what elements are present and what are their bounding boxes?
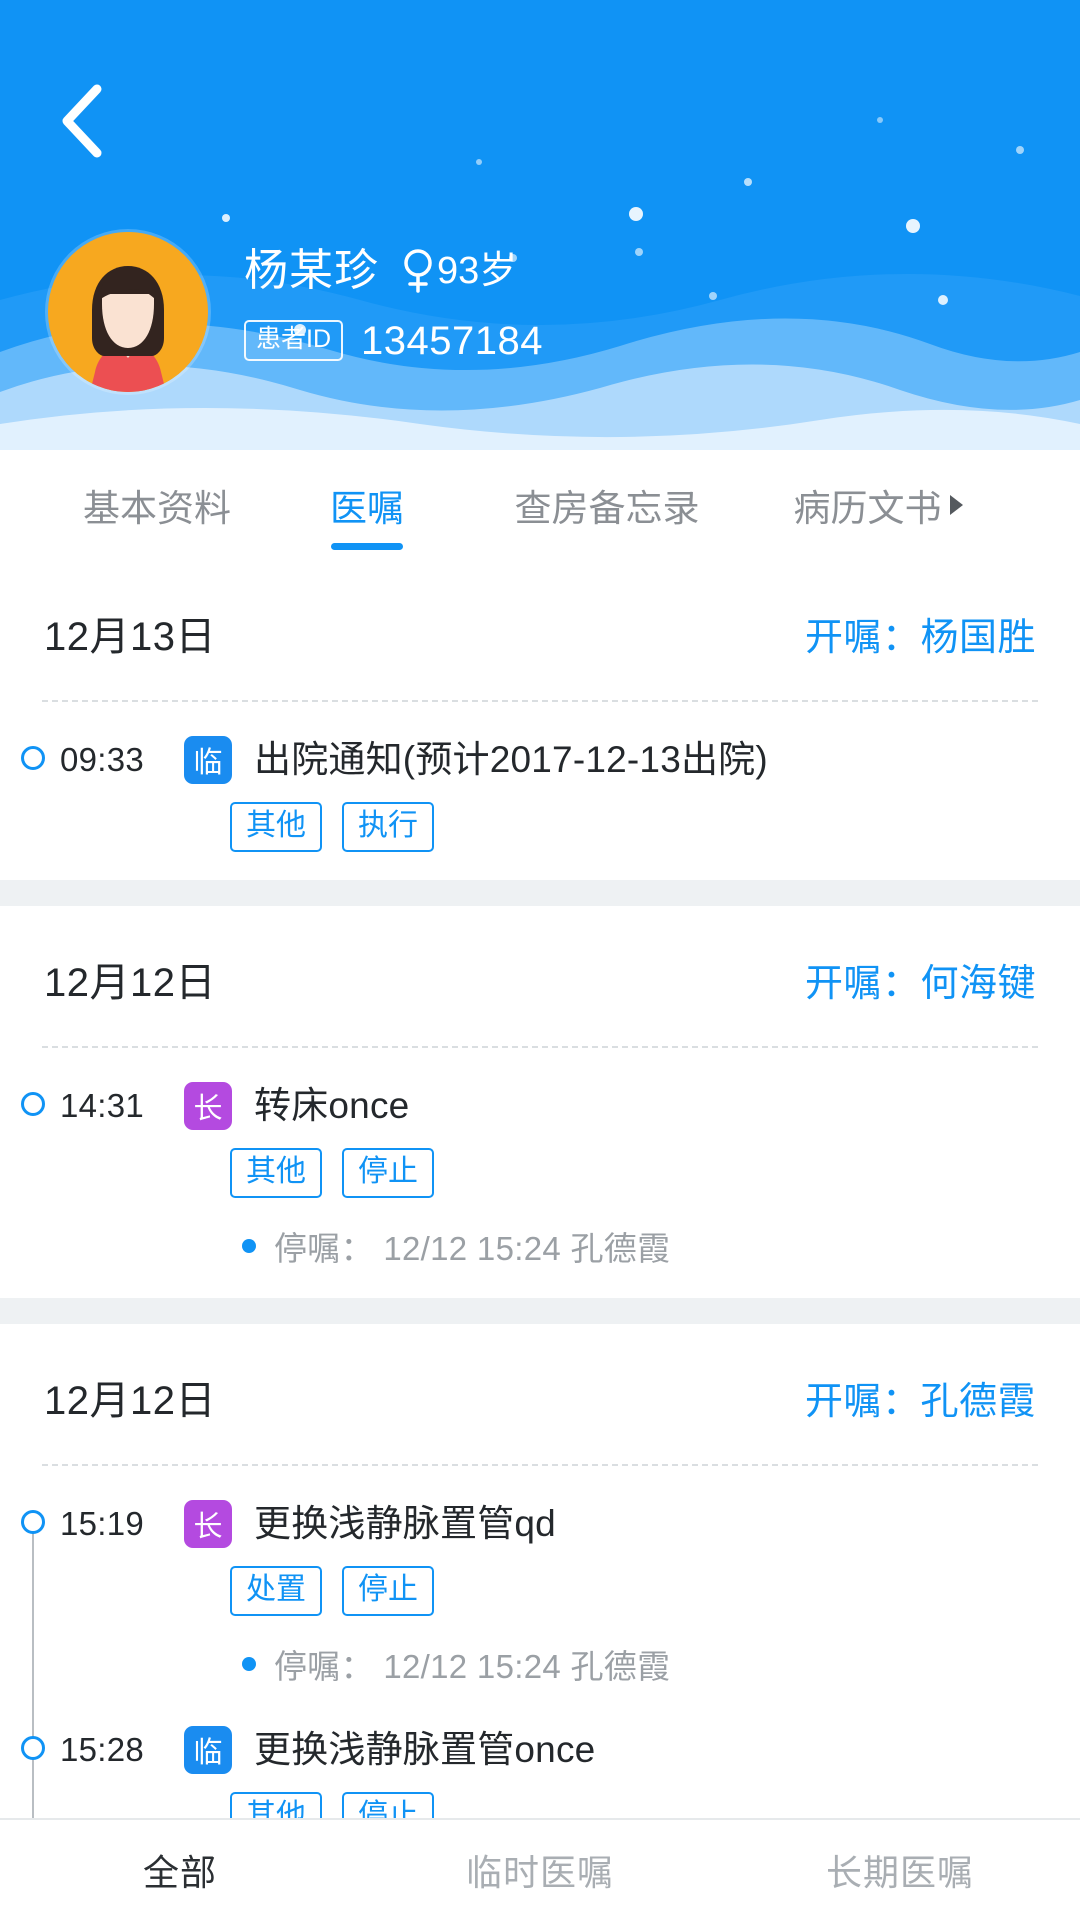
order-title: 更换浅静脉置管once — [254, 1728, 596, 1770]
order-tag: 处置 — [230, 1566, 322, 1616]
patient-id-label: 患者ID — [244, 320, 344, 361]
filter-label: 全部 — [142, 1852, 217, 1893]
tab-label: 医嘱 — [330, 488, 404, 529]
order-time: 09:33 — [60, 741, 145, 778]
order-card-header: 12月12日 开嘱：孔德霞 — [0, 1324, 1080, 1464]
tab-label: 查房备忘录 — [514, 488, 700, 529]
patient-id-value: 13457184 — [361, 318, 543, 363]
order-tags: 其他 停止 — [230, 1148, 1040, 1198]
order-item[interactable]: 09:33 临 出院通知(预计2017-12-13出院) 其他 执行 — [0, 702, 1080, 856]
order-type-badge: 长 — [184, 1500, 232, 1548]
filter-all[interactable]: 全部 — [0, 1844, 360, 1896]
order-card-date: 12月13日 — [44, 615, 216, 659]
order-card[interactable]: 12月13日 开嘱：杨国胜 09:33 临 出院通知(预计2017-12-13出… — [0, 560, 1080, 880]
patient-header: 杨某珍 93岁 患者ID 13457184 — [0, 0, 1080, 450]
order-items: 14:31 长 转床once 其他 停止 停嘱： 12/12 15:24 孔德霞 — [0, 1048, 1080, 1292]
order-filter-bar: 全部 临时医嘱 长期医嘱 — [0, 1818, 1080, 1920]
order-tag: 停止 — [342, 1566, 434, 1616]
order-card-date: 12月12日 — [44, 1379, 216, 1423]
order-items: 15:19 长 更换浅静脉置管qd 处置 停止 停嘱： 12/12 15:24 … — [0, 1466, 1080, 1818]
order-time: 14:31 — [60, 1087, 145, 1124]
order-time: 15:28 — [60, 1731, 145, 1768]
bullet-icon — [242, 1657, 256, 1671]
timeline-dot-icon — [21, 1736, 45, 1760]
filter-label: 长期医嘱 — [825, 1852, 974, 1893]
stop-note-text: 停嘱： 12/12 15:24 孔德霞 — [274, 1648, 671, 1685]
order-stop-note: 停嘱： 12/12 15:24 孔德霞 — [242, 1640, 1040, 1688]
order-tag: 停止 — [342, 1792, 434, 1818]
filter-long-term-orders[interactable]: 长期医嘱 — [720, 1844, 1080, 1896]
order-title: 转床once — [254, 1084, 410, 1126]
order-card-doctor: 开嘱：何海键 — [804, 962, 1036, 1005]
tab-ward-round-memo[interactable]: 查房备忘录 — [462, 450, 752, 560]
orders-list[interactable]: 12月13日 开嘱：杨国胜 09:33 临 出院通知(预计2017-12-13出… — [0, 560, 1080, 1818]
filter-label: 临时医嘱 — [465, 1852, 614, 1893]
order-card-header: 12月13日 开嘱：杨国胜 — [0, 560, 1080, 700]
card-separator — [0, 880, 1080, 906]
order-title: 更换浅静脉置管qd — [254, 1502, 556, 1544]
patient-age: 93岁 — [437, 250, 518, 292]
timeline-dot-icon — [21, 1510, 45, 1534]
stop-note-text: 停嘱： 12/12 15:24 孔德霞 — [274, 1230, 671, 1267]
avatar — [48, 232, 208, 392]
tab-medical-records[interactable]: 病历文书 — [752, 450, 1007, 560]
tab-label: 基本资料 — [83, 488, 231, 529]
order-tags: 其他 执行 — [230, 802, 1040, 852]
order-tag: 停止 — [342, 1148, 434, 1198]
order-stop-note: 停嘱： 12/12 15:24 孔德霞 — [242, 1222, 1040, 1270]
order-tag: 执行 — [342, 802, 434, 852]
chevron-left-icon — [62, 84, 102, 158]
order-card[interactable]: 12月12日 开嘱：孔德霞 15:19 长 更换浅静脉置管qd 处置 停止 停嘱… — [0, 1324, 1080, 1818]
order-tags: 处置 停止 — [230, 1566, 1040, 1616]
order-type-badge: 临 — [184, 1726, 232, 1774]
triangle-right-icon — [946, 492, 966, 518]
filter-temporary-orders[interactable]: 临时医嘱 — [360, 1844, 720, 1896]
timeline-dot-icon — [21, 1092, 45, 1116]
patient-summary[interactable]: 杨某珍 93岁 患者ID 13457184 — [48, 232, 543, 392]
order-time: 15:19 — [60, 1505, 145, 1542]
female-gender-icon — [401, 248, 435, 294]
order-tag: 其他 — [230, 1792, 322, 1818]
card-separator — [0, 1298, 1080, 1324]
order-item[interactable]: 14:31 长 转床once 其他 停止 停嘱： 12/12 15:24 孔德霞 — [0, 1048, 1080, 1274]
tab-active-underline — [331, 543, 403, 550]
patient-orders-screen: 杨某珍 93岁 患者ID 13457184 基本资料 医嘱 查房备忘录 病历文书… — [0, 0, 1080, 1920]
timeline-dot-icon — [21, 746, 45, 770]
order-card-date: 12月12日 — [44, 961, 216, 1005]
order-item[interactable]: 15:28 临 更换浅静脉置管once 其他 停止 停嘱： 12/12 15:2… — [0, 1692, 1080, 1818]
order-tags: 其他 停止 — [230, 1792, 1040, 1818]
order-title: 出院通知(预计2017-12-13出院) — [254, 738, 768, 780]
order-tag: 其他 — [230, 1148, 322, 1198]
order-item[interactable]: 15:19 长 更换浅静脉置管qd 处置 停止 停嘱： 12/12 15:24 … — [0, 1466, 1080, 1692]
patient-info-block: 杨某珍 93岁 患者ID 13457184 — [244, 232, 543, 361]
order-type-badge: 长 — [184, 1082, 232, 1130]
order-card-header: 12月12日 开嘱：何海键 — [0, 906, 1080, 1046]
order-items: 09:33 临 出院通知(预计2017-12-13出院) 其他 执行 — [0, 702, 1080, 874]
tab-basic-info[interactable]: 基本资料 — [42, 450, 272, 560]
order-type-badge: 临 — [184, 736, 232, 784]
section-tabs: 基本资料 医嘱 查房备忘录 病历文书 — [0, 450, 1080, 560]
order-card-doctor: 开嘱：杨国胜 — [804, 616, 1036, 659]
order-card[interactable]: 12月12日 开嘱：何海键 14:31 长 转床once 其他 停止 停嘱： 1… — [0, 906, 1080, 1298]
order-card-doctor: 开嘱：孔德霞 — [804, 1380, 1036, 1423]
back-button[interactable] — [38, 78, 124, 164]
bullet-icon — [242, 1239, 256, 1253]
tab-label: 病历文书 — [793, 488, 942, 529]
tab-orders[interactable]: 医嘱 — [272, 450, 462, 560]
patient-avatar-illustration — [48, 232, 208, 392]
patient-name: 杨某珍 — [244, 246, 379, 295]
order-tag: 其他 — [230, 802, 322, 852]
